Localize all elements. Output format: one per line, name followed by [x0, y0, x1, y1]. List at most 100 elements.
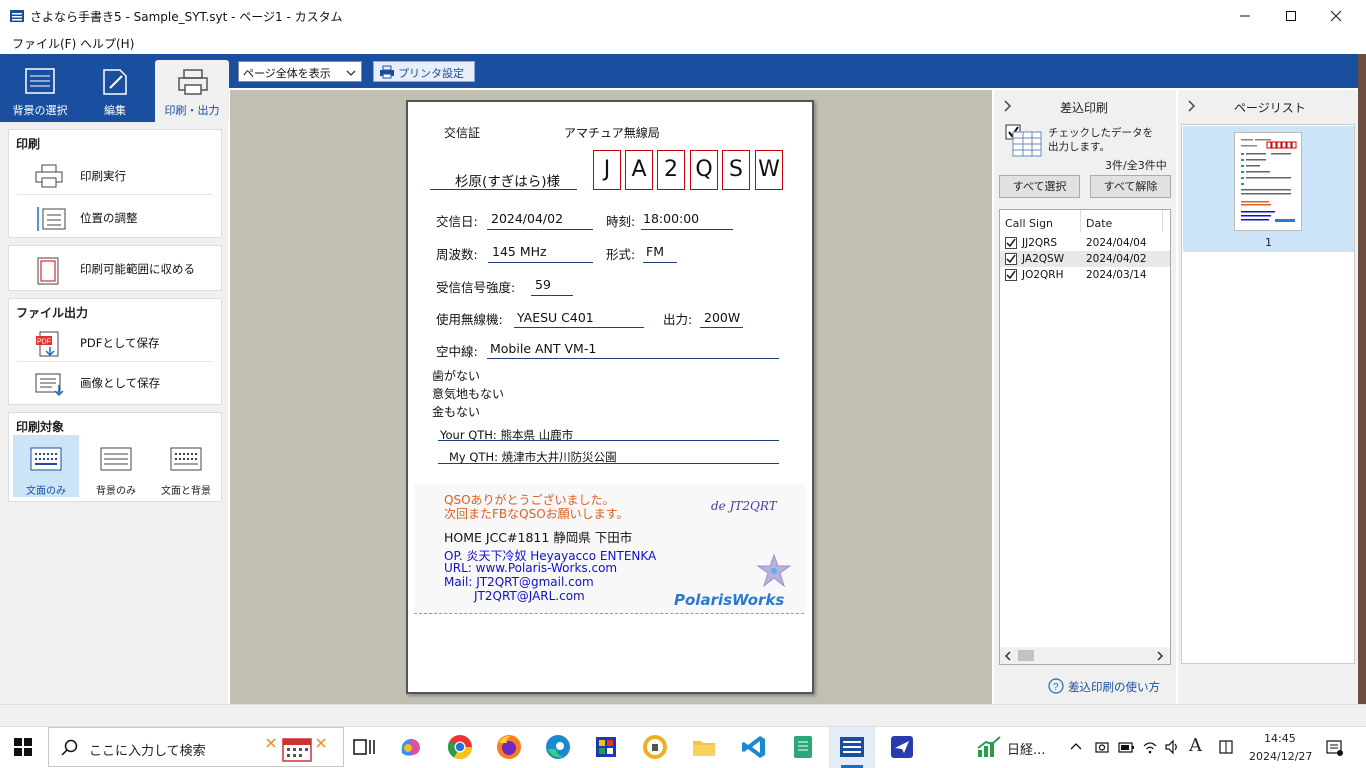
target-text-only[interactable]: 文面のみ	[13, 435, 79, 497]
copilot-icon[interactable]	[396, 733, 424, 761]
status-bar	[0, 704, 1366, 726]
camera-icon[interactable]	[1094, 739, 1110, 755]
notification-icon[interactable]	[1325, 739, 1343, 757]
page-thumbnail-item[interactable]: 1	[1183, 126, 1354, 252]
table-row[interactable]: JO2QRH 2024/03/14	[1000, 267, 1170, 283]
position-adjust-button[interactable]: 位置の調整	[9, 198, 221, 236]
chrome-icon[interactable]	[446, 733, 474, 761]
stock-widget-text[interactable]: 日経...	[1007, 739, 1045, 758]
chevron-down-icon	[346, 70, 356, 76]
scroll-left-icon	[1004, 651, 1011, 661]
taskbar-search-box[interactable]: ここに入力して検索	[48, 727, 344, 767]
search-icon	[61, 739, 78, 756]
time-value: 18:00:00	[643, 211, 700, 226]
deselect-all-button[interactable]: すべて解除	[1090, 175, 1171, 198]
maximize-button[interactable]	[1268, 0, 1314, 32]
save-pdf-button[interactable]: PDF PDFとして保存	[9, 323, 221, 361]
printer-settings-button[interactable]: プリンタ設定	[373, 61, 475, 82]
underline	[531, 295, 573, 296]
power-value: 200W	[704, 310, 741, 325]
edge-icon[interactable]	[544, 733, 572, 761]
column-header-callsign[interactable]: Call Sign	[1005, 217, 1053, 230]
tab-background-select[interactable]: 背景の選択	[3, 60, 77, 122]
task-view-icon[interactable]	[350, 733, 378, 761]
callsign-box: Q	[690, 150, 718, 190]
text-and-background-icon	[170, 447, 202, 471]
rst-label: 受信信号強度:	[436, 280, 516, 295]
menu-help[interactable]: ヘルプ(H)	[80, 35, 134, 52]
snowflake-logo-icon	[755, 553, 793, 589]
menu-file[interactable]: ファイル(F)	[12, 35, 76, 52]
table-row[interactable]: JA2QSW 2024/04/02	[1000, 251, 1170, 267]
minimize-button[interactable]	[1222, 0, 1268, 32]
pdf-icon: PDF	[35, 331, 63, 359]
file-explorer-icon[interactable]	[690, 733, 718, 761]
chevron-right-icon[interactable]	[1187, 100, 1195, 112]
fit-page-icon	[35, 257, 61, 285]
row-date: 2024/04/04	[1086, 237, 1147, 249]
volume-icon[interactable]	[1164, 739, 1180, 755]
merge-description-2: 出力します。	[1048, 141, 1110, 153]
callsign-box: S	[722, 150, 750, 190]
tab-edit[interactable]: 編集	[78, 60, 152, 122]
email-1: Mail: JT2QRT@gmail.com	[444, 575, 594, 589]
notes-app-icon[interactable]	[789, 733, 817, 761]
table-row[interactable]: JJ2QRS 2024/04/04	[1000, 235, 1170, 251]
merge-data-grid[interactable]: Call Sign Date JJ2QRS 2024/04/04 JA2QSW …	[999, 209, 1171, 665]
column-header-date[interactable]: Date	[1086, 217, 1112, 230]
ime-mode-icon[interactable]	[1218, 739, 1234, 755]
clock-date[interactable]: 2024/12/27	[1249, 750, 1312, 763]
antenna-value: Mobile ANT VM-1	[490, 341, 597, 356]
vscode-icon[interactable]	[740, 733, 768, 761]
app-icon-plane[interactable]	[888, 733, 916, 761]
search-placeholder: ここに入力して検索	[89, 744, 206, 759]
scroll-right-icon	[1157, 651, 1164, 661]
horizontal-scrollbar[interactable]	[1000, 647, 1170, 664]
row-date: 2024/03/14	[1086, 269, 1147, 281]
card-title: 交信証	[444, 126, 481, 140]
battery-icon[interactable]	[1117, 740, 1135, 754]
note-line: 意気地もない	[432, 387, 505, 401]
help-icon[interactable]: ?	[1048, 678, 1064, 694]
zoom-select[interactable]: ページ全体を表示	[238, 61, 362, 82]
close-button[interactable]	[1313, 0, 1359, 32]
windows-start-icon[interactable]	[14, 738, 32, 756]
group-title: ファイル出力	[16, 306, 89, 320]
row-checkbox[interactable]	[1005, 237, 1017, 249]
ime-indicator[interactable]: A	[1189, 735, 1202, 756]
frequency-label: 周波数:	[436, 247, 478, 262]
security-shield-icon[interactable]	[641, 733, 669, 761]
taskbar-active-app[interactable]	[829, 727, 875, 768]
clock-time[interactable]: 14:45	[1264, 732, 1296, 745]
save-image-label: 画像として保存	[80, 376, 161, 390]
antenna-label: 空中線:	[436, 344, 478, 359]
merge-help-link[interactable]: 差込印刷の使い方	[1068, 679, 1160, 695]
stock-chart-icon[interactable]	[976, 736, 1002, 758]
callsign-box: 2	[657, 150, 685, 190]
row-checkbox[interactable]	[1005, 269, 1017, 281]
chevron-up-icon[interactable]	[1070, 742, 1082, 750]
note-line: 歯がない	[432, 369, 481, 383]
fit-printable-button[interactable]: 印刷可能範囲に収める	[9, 249, 221, 287]
firefox-icon[interactable]	[495, 733, 523, 761]
rst-value: 59	[535, 277, 551, 292]
scroll-thumb[interactable]	[1018, 650, 1034, 661]
fit-group: 印刷可能範囲に収める	[8, 245, 222, 291]
wifi-icon[interactable]	[1142, 739, 1158, 755]
row-checkbox[interactable]	[1005, 253, 1017, 265]
desktop-edge	[1358, 54, 1366, 704]
time-label: 時刻:	[606, 214, 636, 229]
merge-header: 差込印刷	[1060, 101, 1109, 115]
save-image-button[interactable]: 画像として保存	[9, 363, 221, 401]
target-text-and-background[interactable]: 文面と背景	[153, 435, 219, 497]
target-label: 文面と背景	[161, 486, 211, 497]
background-icon	[25, 68, 55, 94]
chevron-right-icon[interactable]	[1003, 100, 1011, 112]
select-all-button[interactable]: すべて選択	[999, 175, 1080, 198]
file-output-group: ファイル出力 PDF PDFとして保存 画像として保存	[8, 298, 222, 405]
colorful-app-icon[interactable]	[592, 733, 620, 761]
print-execute-button[interactable]: 印刷実行	[9, 156, 221, 194]
target-background-only[interactable]: 背景のみ	[83, 435, 149, 497]
image-save-icon	[35, 371, 65, 397]
tab-print-output[interactable]: 印刷・出力	[155, 60, 229, 122]
